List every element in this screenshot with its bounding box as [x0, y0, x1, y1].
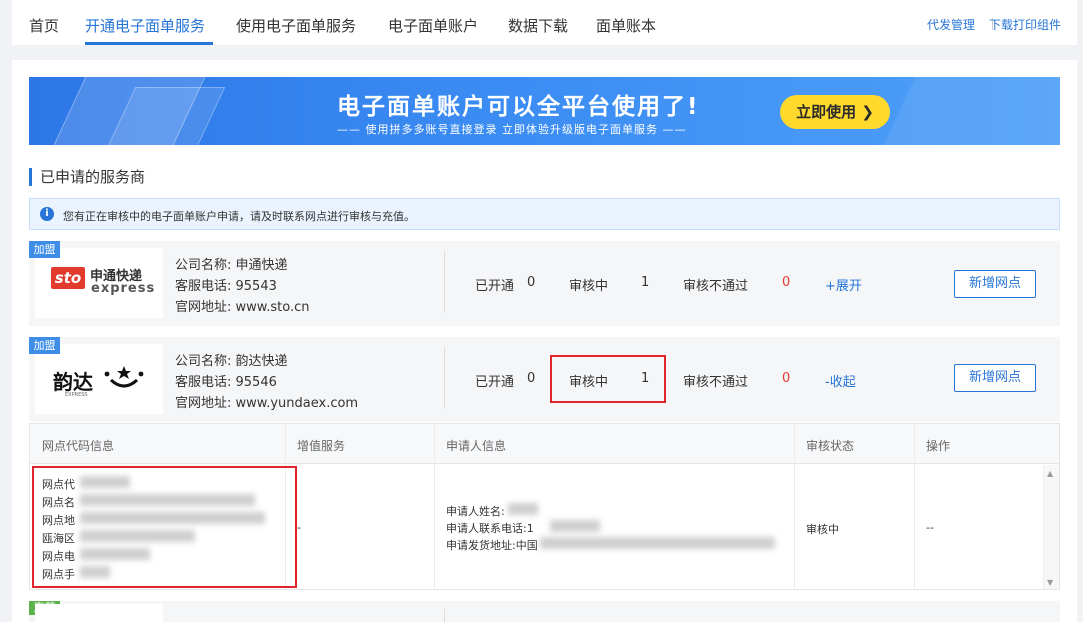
redaction	[550, 520, 600, 532]
main-panel: 电子面单账户可以全平台使用了! —— 使用拼多多账号直接登录 立即体验升级版电子…	[12, 60, 1077, 622]
website: 官网地址: www.yundaex.com	[175, 396, 359, 411]
info-icon: i	[40, 207, 54, 221]
action-cell: --	[926, 521, 934, 534]
redaction	[540, 537, 775, 549]
service-phone: 客服电话: 95546	[175, 375, 277, 390]
yunda-smile-icon	[104, 366, 144, 388]
rejected-count: 0	[782, 275, 791, 290]
yunda-logo-en: EXPRESS	[65, 392, 88, 398]
tab-order-ledger[interactable]: 面单账本	[596, 15, 656, 36]
tab-eorder-account[interactable]: 电子面单账户	[388, 15, 478, 36]
col-applicant: 申请人信息	[446, 439, 507, 453]
provider-row-sto: sto 申通快递 express 加盟 公司名称: 申通快递 客服电话: 955…	[29, 241, 1060, 326]
review-notice: i 您有正在审核中的电子面单账户申请，请及时联系网点进行审核与充值。	[29, 198, 1060, 230]
service-phone: 客服电话: 95543	[175, 279, 277, 294]
banner-headline: 电子面单账户可以全平台使用了!	[337, 94, 700, 120]
row-divider	[444, 347, 445, 409]
column-divider	[434, 424, 435, 589]
col-value-added: 增值服务	[297, 439, 346, 453]
franchise-badge: 加盟	[29, 337, 60, 354]
reviewing-count: 1	[641, 275, 650, 290]
banner-subline: —— 使用拼多多账号直接登录 立即体验升级版电子面单服务 ——	[337, 123, 687, 136]
applicant-phone-line: 申请人联系电话:1	[446, 522, 534, 535]
company-name: 公司名称: 韵达快递	[175, 354, 288, 369]
website: 官网地址: www.sto.cn	[175, 300, 310, 315]
column-divider	[914, 424, 915, 589]
section-title: 已申请的服务商	[29, 168, 145, 186]
column-divider	[794, 424, 795, 589]
rejected-label: 审核不通过	[683, 279, 749, 294]
table-header: 网点代码信息 增值服务 申请人信息 审核状态 操作	[30, 424, 1059, 464]
top-nav: 首页 开通电子面单服务 使用电子面单服务 电子面单账户 数据下载 面单账本 代发…	[12, 0, 1077, 45]
download-print-plugin-link[interactable]: 下载打印组件	[989, 16, 1061, 33]
scroll-up-icon[interactable]: ▲	[1047, 469, 1053, 478]
highlight-outlet-box	[32, 466, 297, 588]
tab-home[interactable]: 首页	[29, 15, 59, 36]
col-review-status: 审核状态	[806, 439, 855, 453]
expand-toggle[interactable]: +展开	[825, 275, 862, 294]
opened-label: 已开通	[475, 279, 515, 294]
sto-logo-en: express	[91, 281, 156, 296]
tab-open-eorder-service[interactable]: 开通电子面单服务	[85, 15, 205, 36]
franchise-badge: 加盟	[29, 241, 60, 258]
sto-logo: sto 申通快递 express	[35, 248, 163, 318]
promo-banner[interactable]: 电子面单账户可以全平台使用了! —— 使用拼多多账号直接登录 立即体验升级版电子…	[29, 77, 1060, 145]
company-name: 公司名称: 申通快递	[175, 258, 288, 273]
add-outlet-button[interactable]: 新增网点	[954, 270, 1036, 298]
rejected-count: 0	[782, 371, 791, 386]
provider-row-partial: 直营	[29, 601, 1060, 622]
highlight-reviewing-box	[550, 355, 666, 403]
applicant-name-line: 申请人姓名:	[446, 505, 505, 518]
collapse-toggle[interactable]: -收起	[825, 371, 856, 390]
col-actions: 操作	[926, 439, 951, 453]
value-added-cell: -	[297, 521, 301, 534]
notice-text: 您有正在审核中的电子面单账户申请，请及时联系网点进行审核与充值。	[63, 210, 415, 223]
tab-data-download[interactable]: 数据下载	[508, 15, 568, 36]
yunda-logo: 韵达 EXPRESS	[35, 344, 163, 414]
opened-count: 0	[527, 371, 536, 386]
proxy-management-link[interactable]: 代发管理	[927, 16, 975, 33]
active-tab-indicator	[85, 42, 213, 45]
add-outlet-button[interactable]: 新增网点	[954, 364, 1036, 392]
yunda-logo-cn: 韵达	[53, 370, 93, 394]
rejected-label: 审核不通过	[683, 375, 749, 390]
tab-use-eorder-service[interactable]: 使用电子面单服务	[236, 15, 356, 36]
col-outlet-code: 网点代码信息	[42, 439, 115, 453]
provider-logo-placeholder	[35, 604, 163, 622]
opened-count: 0	[527, 275, 536, 290]
row-divider	[444, 609, 445, 622]
row-divider	[444, 251, 445, 313]
redaction	[508, 503, 538, 515]
review-status-cell: 审核中	[806, 523, 839, 536]
use-now-button[interactable]: 立即使用 ❯	[780, 95, 890, 129]
table-scrollbar[interactable]: ▲ ▼	[1043, 465, 1059, 589]
applicant-address-line: 申请发货地址:中国	[446, 539, 538, 552]
opened-label: 已开通	[475, 375, 515, 390]
scroll-down-icon[interactable]: ▼	[1047, 578, 1053, 587]
banner-decoration	[878, 77, 1060, 145]
provider-row-yunda: 韵达 EXPRESS 加盟 公司名称: 韵达快递 客服电话: 95546 官网地…	[29, 337, 1060, 422]
sto-mark-icon: sto	[51, 267, 85, 289]
reviewing-label: 审核中	[569, 279, 609, 294]
